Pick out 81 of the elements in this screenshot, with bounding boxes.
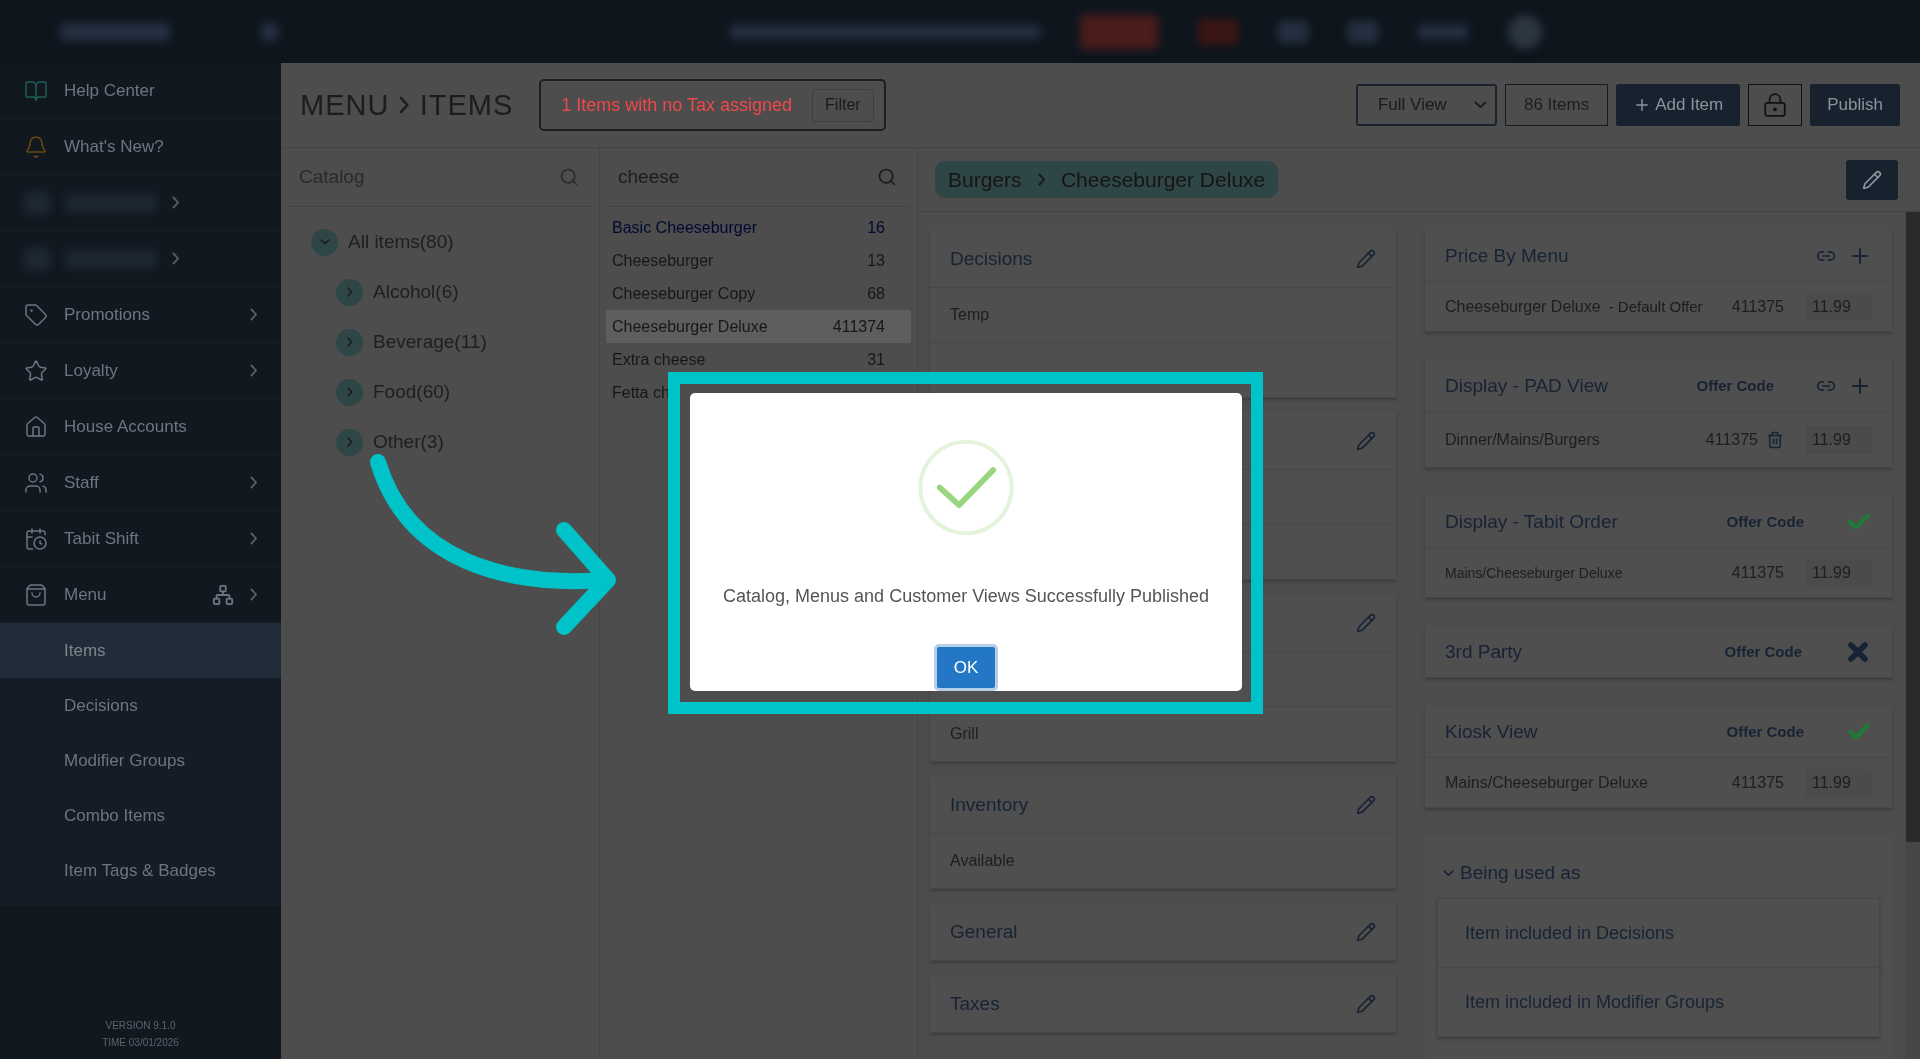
redacted-block [1278,20,1308,43]
time-text: TIME 03/01/2026 [102,1036,179,1050]
chevron-right-icon [346,437,353,447]
lock-button[interactable] [1748,84,1803,126]
card-title: Display - Tabit Order [1445,510,1619,533]
offer-code-label: Offer Code [1726,513,1804,530]
delete-icon[interactable] [1766,430,1784,449]
usage-toggle[interactable]: Being used as [1437,848,1880,898]
edit-icon[interactable] [1356,612,1376,633]
chevron-down-icon [1474,101,1487,109]
scrollbar-thumb[interactable] [1905,212,1920,842]
usage-item[interactable]: Item included in Modifier Groups [1437,967,1880,1037]
redacted-block [1508,14,1542,49]
chevron-right-icon [249,308,257,321]
chevron-right-icon [1037,173,1045,186]
card-title: Decisions [950,247,1034,270]
sidebar-subitem[interactable]: Item Tags & Badges [0,843,281,898]
chevron-right-icon [346,387,353,397]
edit-icon[interactable] [1356,921,1376,942]
card-title: Price By Menu [1445,244,1570,267]
sidebar-subitem[interactable]: Items [0,623,281,678]
chevron-down-icon [1443,869,1454,877]
chevron-right-icon [249,532,257,545]
card-title: Inventory [950,793,1030,816]
ok-button[interactable]: OK [934,644,998,691]
expand-toggle[interactable] [311,228,338,256]
sidebar-icon [24,414,48,439]
card-title: Taxes [950,992,1001,1015]
offer-code-label: Offer Code [1724,643,1802,660]
edit-icon[interactable] [1356,430,1376,451]
chevron-right-icon [399,96,410,114]
chevron-right-icon [172,196,180,209]
version-text: VERSION 9.1.0 [105,1019,176,1033]
offer-code-label: Offer Code [1726,723,1804,740]
card-title: Display - PAD View [1445,374,1609,397]
chevron-right-icon [346,337,353,347]
dialog-message: Catalog, Menus and Customer Views Successfully Published [723,586,1209,608]
item-row[interactable]: Cheeseburger Deluxe 411374 [606,310,911,343]
publish-button[interactable]: Publish [1810,84,1900,126]
sidebar-subitem[interactable]: Decisions [0,678,281,733]
offer-code-label: Offer Code [1696,377,1774,394]
sidebar-icon [24,470,48,495]
chevron-down-icon [319,239,330,245]
book-icon [24,78,48,103]
bell-icon [24,134,48,159]
item-row[interactable]: Basic Cheeseburger 16 [606,211,911,244]
lock-icon [1762,92,1789,118]
chevron-right-icon [249,364,257,377]
alert-text: 1 Items with no Tax assigned [561,94,793,116]
sidebar-icon [24,302,48,327]
edit-icon[interactable] [1356,794,1376,815]
edit-button[interactable] [1846,159,1898,200]
sidebar-icon [24,358,48,383]
redacted-block [1418,24,1468,39]
card-title: 3rd Party [1445,640,1524,663]
card-title: General [950,920,1019,943]
sidebar-subitem[interactable]: Modifier Groups [0,733,281,788]
edit-icon[interactable] [1356,248,1376,269]
edit-icon[interactable] [1356,993,1376,1014]
card-title: Kiosk View [1445,720,1539,743]
search-icon [559,167,579,187]
chevron-right-icon [346,287,353,297]
chevron-right-icon [172,252,180,265]
success-check-icon [916,439,1016,537]
expand-toggle[interactable] [336,328,363,356]
expand-toggle[interactable] [336,428,363,456]
expand-toggle[interactable] [336,278,363,306]
pencil-icon [1862,169,1882,190]
sidebar-icon [24,582,48,607]
hierarchy-icon[interactable] [211,583,234,606]
chevron-right-icon [249,476,257,489]
expand-toggle[interactable] [336,378,363,406]
sidebar-subitem[interactable]: Combo Items [0,788,281,843]
search-icon [877,167,897,187]
chevron-right-icon [249,588,257,601]
add-item-button[interactable]: Add Item [1616,84,1741,126]
usage-item[interactable]: Item included in Decisions [1437,898,1880,968]
redacted-block [260,21,280,42]
redacted-block [1348,20,1378,43]
sidebar-icon [24,526,48,551]
redacted-block [1198,18,1238,45]
